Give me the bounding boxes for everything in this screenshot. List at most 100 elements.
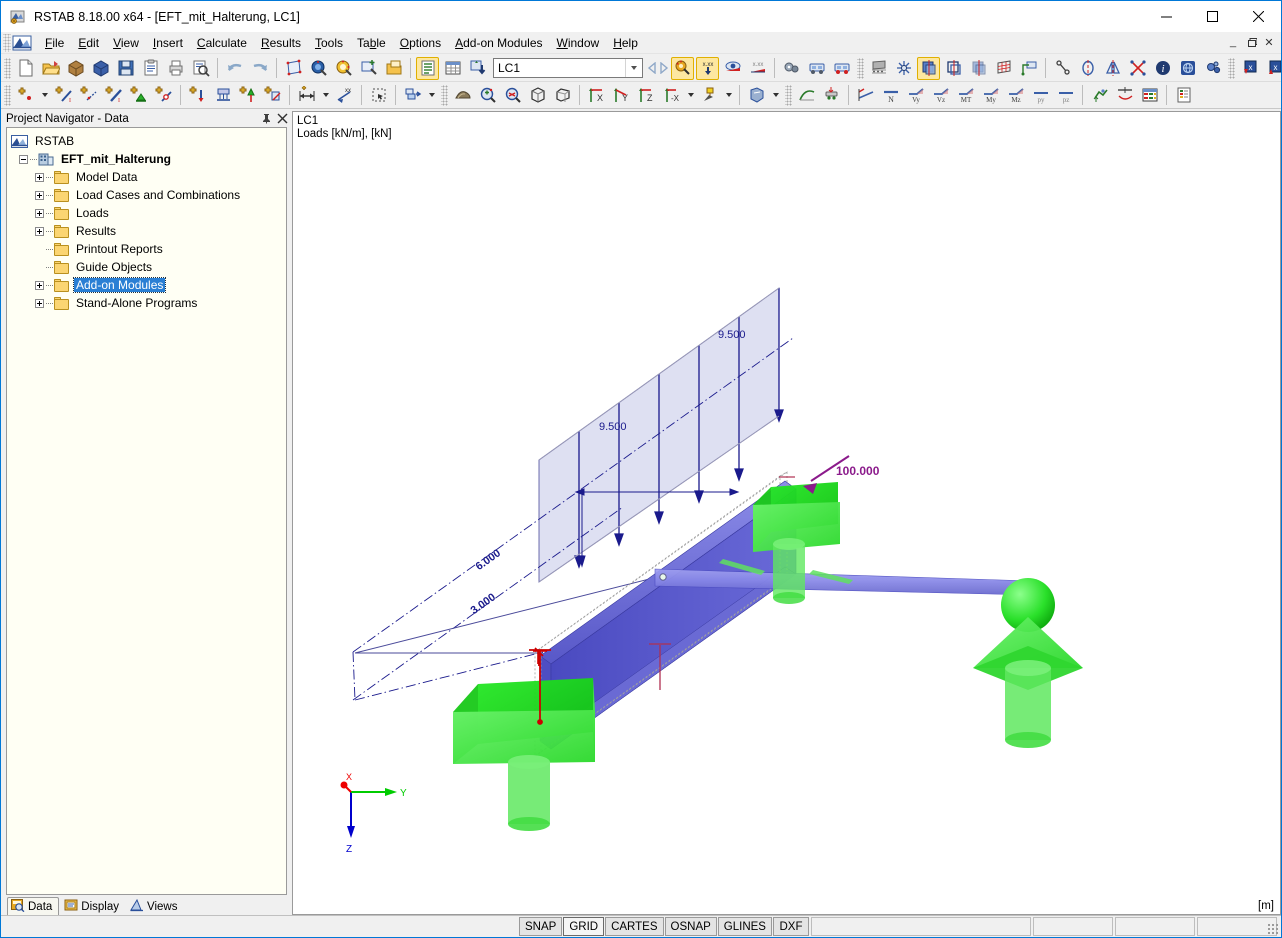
mirror-axis-button[interactable] — [1076, 57, 1099, 80]
new-node-button[interactable] — [14, 84, 37, 107]
torsion-MT-button[interactable]: MT — [954, 84, 977, 107]
right-nodal-support[interactable] — [973, 578, 1083, 748]
move-copy-dropdown[interactable] — [426, 84, 437, 107]
toolbar-grip-handle[interactable] — [1228, 57, 1235, 79]
cube-iso-button[interactable] — [526, 84, 549, 107]
resize-grip[interactable] — [1267, 923, 1279, 935]
close-button[interactable] — [1235, 1, 1281, 32]
tree-item-printout-reports[interactable]: Printout Reports — [7, 240, 286, 258]
tree-item-results[interactable]: Results — [7, 222, 286, 240]
menu-table[interactable]: Table — [350, 33, 393, 53]
tree-item-load-cases-and-combinations[interactable]: Load Cases and Combinations — [7, 186, 286, 204]
expander-plus-icon[interactable] — [35, 208, 44, 218]
deformation-button[interactable] — [795, 84, 818, 107]
rotate-view-button[interactable] — [332, 57, 355, 80]
save-package-button[interactable] — [89, 57, 112, 80]
status-toggle-cartes[interactable]: CARTES — [605, 917, 664, 936]
undo-button[interactable] — [223, 57, 246, 80]
menu-file[interactable]: File — [38, 33, 71, 53]
show-results-button[interactable] — [721, 57, 744, 80]
dimension-button[interactable] — [295, 84, 318, 107]
navigator-tab-display[interactable]: Display — [61, 897, 125, 916]
tree-item-guide-objects[interactable]: Guide Objects — [7, 258, 286, 276]
new-line-button[interactable] — [77, 84, 100, 107]
export-blue-button[interactable]: x — [1238, 57, 1261, 80]
status-toggle-osnap[interactable]: OSNAP — [664, 917, 717, 936]
select-plane-icon-button[interactable] — [282, 57, 305, 80]
calculate-all-button[interactable] — [805, 57, 828, 80]
grid-dots-button[interactable] — [867, 57, 890, 80]
cube-persp-button[interactable] — [551, 84, 574, 107]
result-combination-button[interactable] — [1088, 84, 1111, 107]
printout-button[interactable] — [1172, 84, 1195, 107]
calculate-selected-button[interactable] — [830, 57, 853, 80]
pan-hand-button[interactable] — [307, 57, 330, 80]
printout-report-button[interactable] — [139, 57, 162, 80]
shear-Vy-button[interactable]: Vy — [904, 84, 927, 107]
chevron-down-icon[interactable] — [625, 59, 642, 77]
menu-help[interactable]: Help — [606, 33, 645, 53]
result-diagram-button[interactable] — [1113, 84, 1136, 107]
menu-tools[interactable]: Tools — [308, 33, 350, 53]
pin-icon[interactable] — [258, 111, 274, 126]
display-props-button[interactable] — [1017, 57, 1040, 80]
surface-grid-button[interactable] — [992, 57, 1015, 80]
next-load-case-button[interactable] — [658, 58, 670, 78]
dimension-dropdown[interactable] — [320, 84, 331, 107]
expander-plus-icon[interactable] — [35, 190, 44, 200]
render-transparent-button[interactable] — [967, 57, 990, 80]
deformation-diagram-button[interactable] — [854, 84, 877, 107]
save-button[interactable] — [114, 57, 137, 80]
tree-item-stand-alone-programs[interactable]: Stand-Alone Programs — [7, 294, 286, 312]
lighting-dropdown[interactable] — [723, 84, 734, 107]
visibility-button[interactable] — [745, 84, 768, 107]
snap-star-button[interactable] — [892, 57, 915, 80]
coordinates-button[interactable]: xx — [333, 84, 356, 107]
render-solid-button[interactable] — [917, 56, 940, 80]
menu-addon-modules[interactable]: Add-on Modules — [448, 33, 549, 53]
navigator-tree[interactable]: RSTAB EFT_mit_Halterung Model Data Load C… — [6, 127, 287, 895]
render-mode-button[interactable] — [451, 84, 474, 107]
menu-options[interactable]: Options — [393, 33, 448, 53]
member-load-button[interactable] — [211, 84, 234, 107]
imperfection-button[interactable] — [236, 84, 259, 107]
tables-button[interactable] — [441, 57, 464, 80]
lighting-button[interactable] — [698, 84, 721, 107]
expander-minus-icon[interactable] — [19, 154, 28, 164]
print-preview-button[interactable] — [189, 57, 212, 80]
intersect-button[interactable] — [1126, 57, 1149, 80]
tree-node-model[interactable]: EFT_mit_Halterung — [7, 150, 286, 168]
export-blue2-button[interactable]: x — [1263, 57, 1281, 80]
view-y-button[interactable]: Y — [610, 84, 633, 107]
visibility-dropdown[interactable] — [770, 84, 781, 107]
prev-load-case-button[interactable] — [646, 58, 658, 78]
menu-view[interactable]: View — [106, 33, 146, 53]
show-loads-button[interactable] — [671, 56, 694, 80]
new-member-set-button[interactable]: I — [102, 84, 125, 107]
node-marker[interactable] — [659, 573, 667, 581]
expander-plus-icon[interactable] — [35, 172, 44, 182]
selection-window-button[interactable] — [367, 84, 390, 107]
tree-root-rstab[interactable]: RSTAB — [7, 132, 286, 150]
support-forces-button[interactable] — [820, 84, 843, 107]
menu-insert[interactable]: Insert — [146, 33, 190, 53]
menu-edit[interactable]: Edit — [71, 33, 106, 53]
result-table-button[interactable] — [1138, 84, 1161, 107]
move-copy-button[interactable] — [401, 84, 424, 107]
toolbar-grip-handle[interactable] — [4, 84, 11, 106]
calculate-gears-button[interactable] — [780, 57, 803, 80]
model-viewport[interactable]: LC1 Loads [kN/m], [kN] X Y Z 9.500 9.500… — [292, 111, 1281, 915]
menu-results[interactable]: Results — [254, 33, 308, 53]
shear-Vz-button[interactable]: Vz — [929, 84, 952, 107]
status-toggle-dxf[interactable]: DXF — [772, 917, 809, 936]
minimize-button[interactable] — [1143, 1, 1189, 32]
printout-report-toggle-button[interactable] — [416, 56, 439, 80]
maximize-button[interactable] — [1189, 1, 1235, 32]
tree-item-model-data[interactable]: Model Data — [7, 168, 286, 186]
open-package-button[interactable] — [64, 57, 87, 80]
new-hinge-button[interactable] — [152, 84, 175, 107]
info-circle-button[interactable]: i — [1151, 57, 1174, 80]
new-model-button[interactable] — [14, 57, 37, 80]
navigator-tab-data[interactable]: Data — [7, 897, 60, 916]
py-button[interactable]: py — [1029, 84, 1052, 107]
